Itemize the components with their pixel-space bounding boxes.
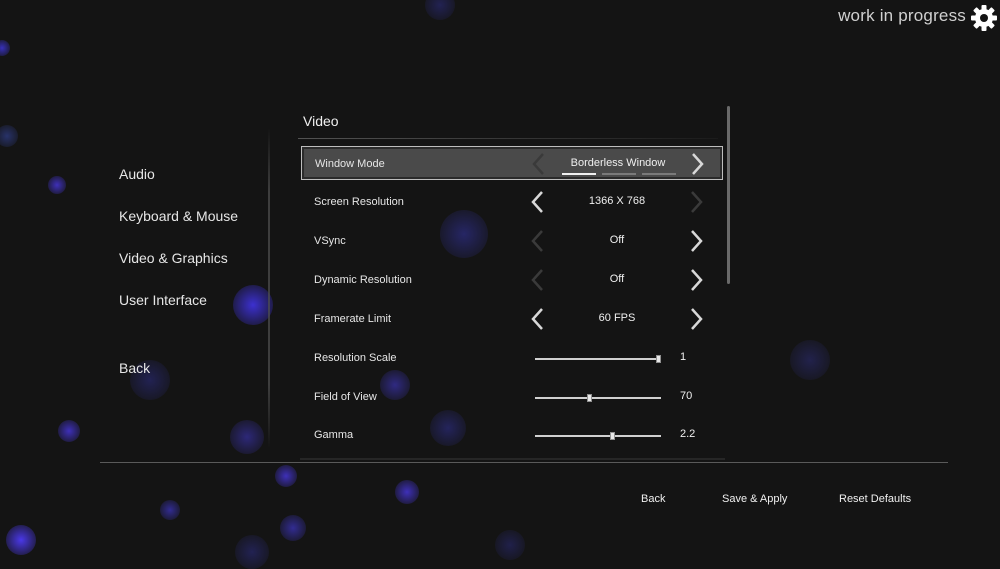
gamma-slider[interactable] xyxy=(535,432,661,440)
option-pip xyxy=(642,173,676,175)
setting-label: Window Mode xyxy=(315,158,385,170)
setting-row-resolution-scale[interactable]: Resolution Scale 1 xyxy=(301,341,723,375)
setting-label: Dynamic Resolution xyxy=(314,274,412,286)
section-divider xyxy=(298,138,718,139)
setting-row-dynamic-resolution[interactable]: Dynamic Resolution Off xyxy=(301,263,723,297)
sidebar-back-button[interactable]: Back xyxy=(119,360,150,376)
sidebar-item-video-graphics[interactable]: Video & Graphics xyxy=(119,250,228,266)
slider-value: 1 xyxy=(680,351,687,363)
setting-value: 1366 X 768 xyxy=(588,195,646,207)
field-of-view-slider[interactable] xyxy=(535,394,661,402)
setting-row-vsync[interactable]: VSync Off xyxy=(301,224,723,258)
chevron-left-icon[interactable] xyxy=(530,190,546,214)
sidebar-item-audio[interactable]: Audio xyxy=(119,166,155,182)
setting-value: Off xyxy=(609,234,625,246)
footer-divider xyxy=(100,462,948,463)
option-pip xyxy=(562,173,596,175)
slider-handle[interactable] xyxy=(656,355,661,363)
setting-label: Gamma xyxy=(314,429,354,441)
sidebar-item-user-interface[interactable]: User Interface xyxy=(119,292,207,308)
sidebar-item-keyboard-mouse[interactable]: Keyboard & Mouse xyxy=(119,208,238,224)
chevron-left-icon[interactable] xyxy=(530,268,546,292)
sidebar-divider xyxy=(268,128,270,448)
list-bottom-edge xyxy=(300,458,725,460)
setting-row-window-mode[interactable]: Window Mode Borderless Window xyxy=(301,146,723,180)
scrollbar[interactable] xyxy=(727,106,730,284)
chevron-right-icon[interactable] xyxy=(688,229,704,253)
chevron-right-icon[interactable] xyxy=(688,268,704,292)
back-button[interactable]: Back xyxy=(641,493,665,505)
chevron-left-icon[interactable] xyxy=(531,152,547,176)
slider-handle[interactable] xyxy=(587,394,592,402)
setting-label: Framerate Limit xyxy=(314,313,392,325)
setting-label: Resolution Scale xyxy=(314,352,397,364)
slider-value: 70 xyxy=(680,390,693,402)
resolution-scale-slider[interactable] xyxy=(535,355,661,363)
option-pip xyxy=(602,173,636,175)
setting-label: VSync xyxy=(314,235,346,247)
chevron-right-icon[interactable] xyxy=(688,307,704,331)
setting-value: Borderless Window xyxy=(570,157,666,169)
setting-value: 60 FPS xyxy=(598,312,636,324)
setting-row-screen-resolution[interactable]: Screen Resolution 1366 X 768 xyxy=(301,185,723,219)
chevron-right-icon[interactable] xyxy=(688,190,704,214)
setting-value: Off xyxy=(609,273,625,285)
gear-icon[interactable] xyxy=(970,4,998,32)
slider-value: 2.2 xyxy=(680,428,696,440)
setting-row-framerate-limit[interactable]: Framerate Limit 60 FPS xyxy=(301,302,723,336)
chevron-left-icon[interactable] xyxy=(530,229,546,253)
setting-label: Field of View xyxy=(314,391,377,403)
save-apply-button[interactable]: Save & Apply xyxy=(722,493,787,505)
setting-row-field-of-view[interactable]: Field of View 70 xyxy=(301,380,723,414)
chevron-left-icon[interactable] xyxy=(530,307,546,331)
setting-label: Screen Resolution xyxy=(314,196,404,208)
slider-handle[interactable] xyxy=(610,432,615,440)
section-title: Video xyxy=(303,113,339,129)
reset-defaults-button[interactable]: Reset Defaults xyxy=(839,493,911,505)
setting-row-gamma[interactable]: Gamma 2.2 xyxy=(301,418,723,452)
chevron-right-icon[interactable] xyxy=(689,152,705,176)
work-in-progress-label: work in progress xyxy=(838,6,966,25)
